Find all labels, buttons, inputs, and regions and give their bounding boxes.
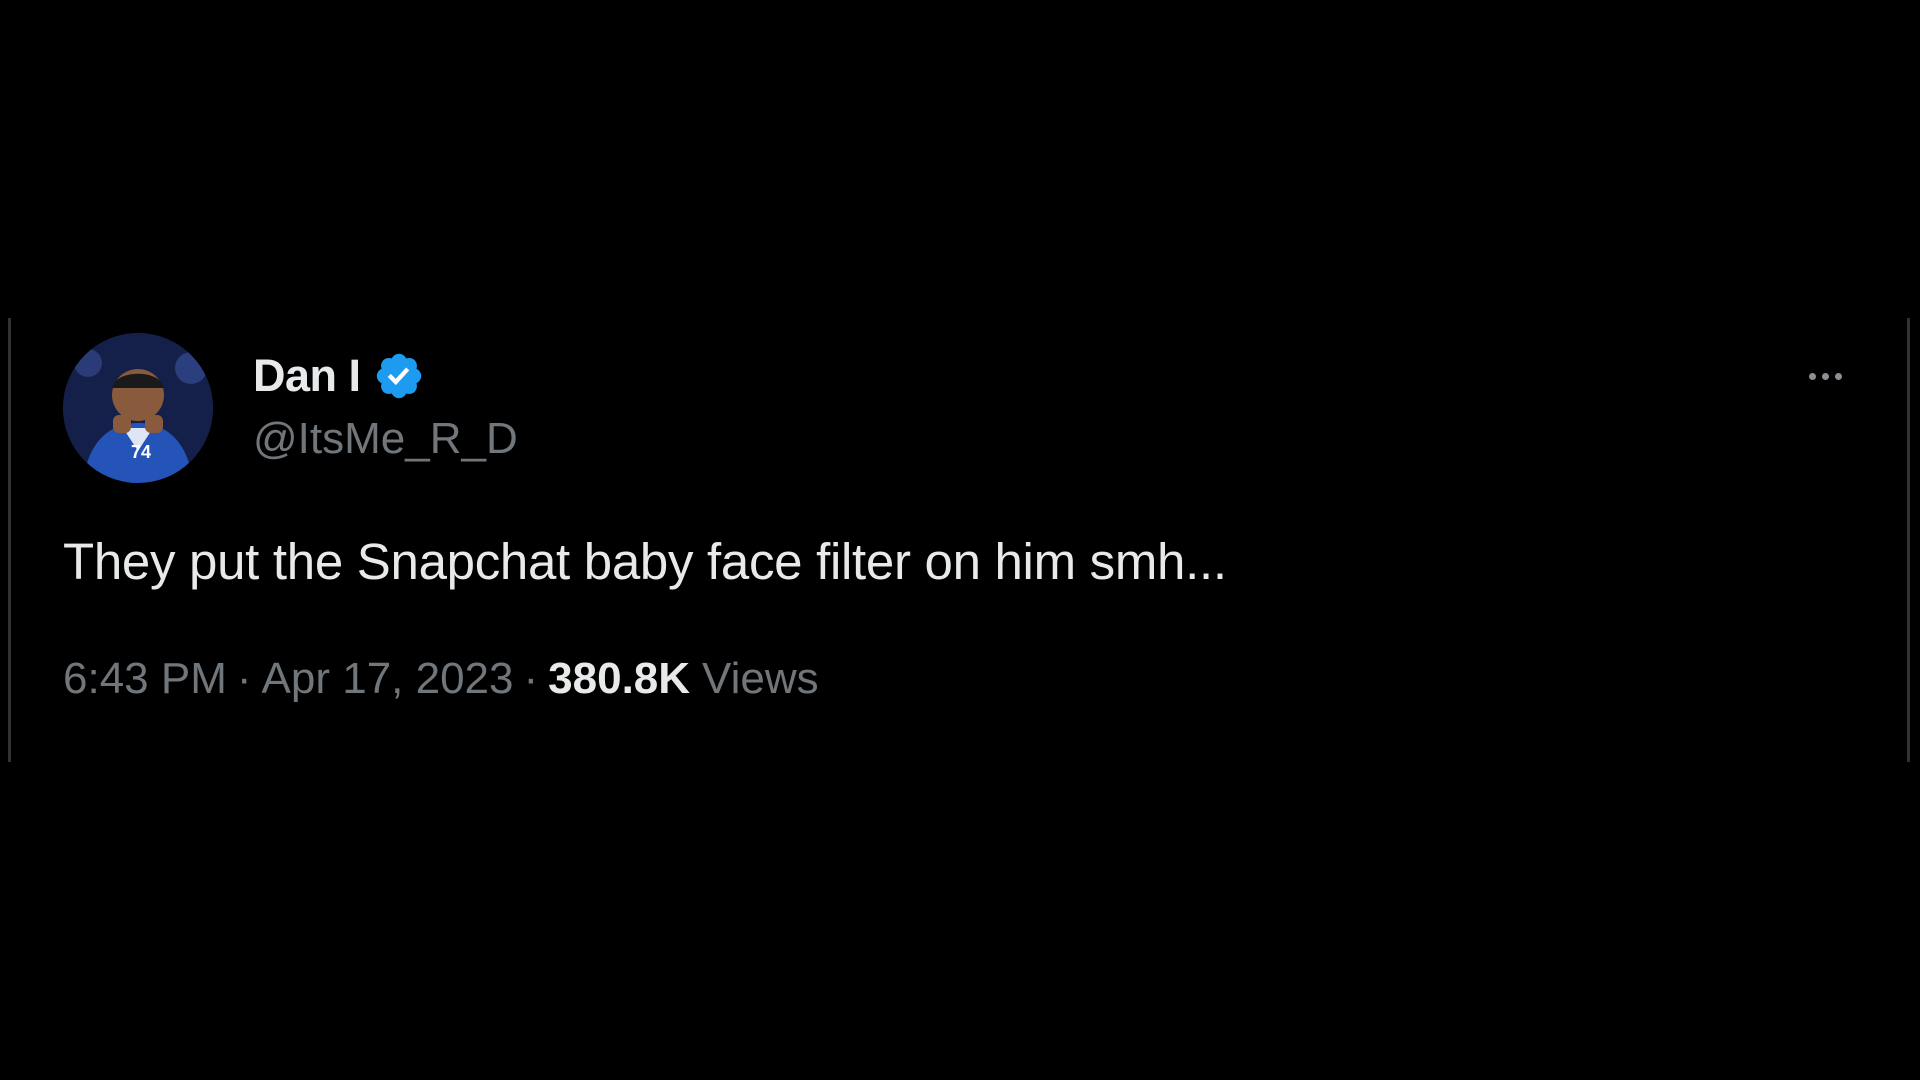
tweet-time[interactable]: 6:43 PM: [63, 654, 227, 704]
tweet-meta: 6:43 PM · Apr 17, 2023 · 380.8K Views: [63, 654, 819, 704]
avatar-image: 74: [63, 333, 213, 483]
svg-text:74: 74: [131, 442, 151, 462]
views-label[interactable]: Views: [702, 654, 819, 704]
meta-separator: ·: [236, 654, 252, 703]
tweet-text: They put the Snapchat baby face filter o…: [63, 533, 1227, 590]
user-handle[interactable]: @ItsMe_R_D: [253, 414, 518, 464]
more-options-button[interactable]: [1795, 356, 1855, 396]
page: 74 Dan I @ItsMe_R_D They put the Snapcha…: [0, 0, 1920, 1080]
meta-separator: ·: [523, 654, 539, 703]
avatar[interactable]: 74: [63, 333, 213, 483]
more-horizontal-icon: [1808, 372, 1816, 380]
tweet-card[interactable]: 74 Dan I @ItsMe_R_D They put the Snapcha…: [8, 318, 1910, 762]
views-count[interactable]: 380.8K: [548, 654, 690, 704]
user-info: Dan I @ItsMe_R_D: [253, 348, 518, 464]
display-name[interactable]: Dan I: [253, 350, 361, 402]
verified-badge-icon[interactable]: [373, 350, 425, 402]
display-name-row: Dan I: [253, 348, 518, 404]
tweet-date[interactable]: Apr 17, 2023: [262, 654, 514, 704]
